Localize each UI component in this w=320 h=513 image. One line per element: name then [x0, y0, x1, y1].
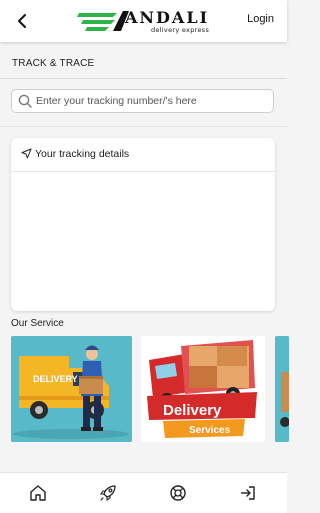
lifebuoy-icon [170, 485, 186, 501]
tracking-details-header: Your tracking details [11, 138, 275, 172]
nav-logout[interactable] [237, 482, 259, 504]
navigation-arrow-icon [21, 148, 32, 159]
logo-tagline: delivery express [151, 26, 210, 34]
nav-rocket[interactable] [97, 482, 119, 504]
logo-wordmark: ANDALI [125, 8, 210, 27]
rocket-icon [99, 485, 116, 502]
home-icon [30, 485, 46, 501]
banner-delivery-text: Delivery [163, 402, 222, 419]
search-icon [18, 94, 32, 108]
service-card-delivery-man[interactable]: DELIVERY [11, 336, 132, 442]
tracking-details-card: Your tracking details [11, 138, 275, 311]
delivery-man-illustration: DELIVERY [11, 336, 132, 442]
chevron-left-icon [18, 14, 26, 28]
tracking-search-box[interactable] [11, 89, 274, 113]
page-title: TRACK & TRACE [12, 58, 95, 69]
partial-service-illustration [275, 336, 289, 442]
nav-home[interactable] [27, 482, 49, 504]
service-card-partial[interactable] [275, 336, 289, 442]
tracking-number-input[interactable] [36, 93, 268, 109]
van-delivery-text: DELIVERY [33, 374, 78, 384]
tracking-details-label: Your tracking details [35, 148, 130, 160]
logo-speed-mark [77, 11, 129, 31]
back-button[interactable] [10, 9, 34, 33]
delivery-truck-illustration: Delivery Services [141, 336, 265, 442]
banner-services-text: Services [189, 425, 231, 436]
title-divider [0, 78, 287, 79]
service-card-delivery-services[interactable]: Delivery Services [141, 336, 265, 442]
top-app-bar: ANDALI delivery express Login [0, 0, 287, 42]
logout-icon [241, 486, 255, 500]
services-heading: Our Service [11, 318, 64, 329]
login-button[interactable]: Login [247, 13, 274, 25]
bottom-navigation [0, 472, 287, 513]
andali-logo: ANDALI delivery express [77, 7, 217, 37]
nav-support[interactable] [167, 482, 189, 504]
section-divider [0, 126, 287, 127]
